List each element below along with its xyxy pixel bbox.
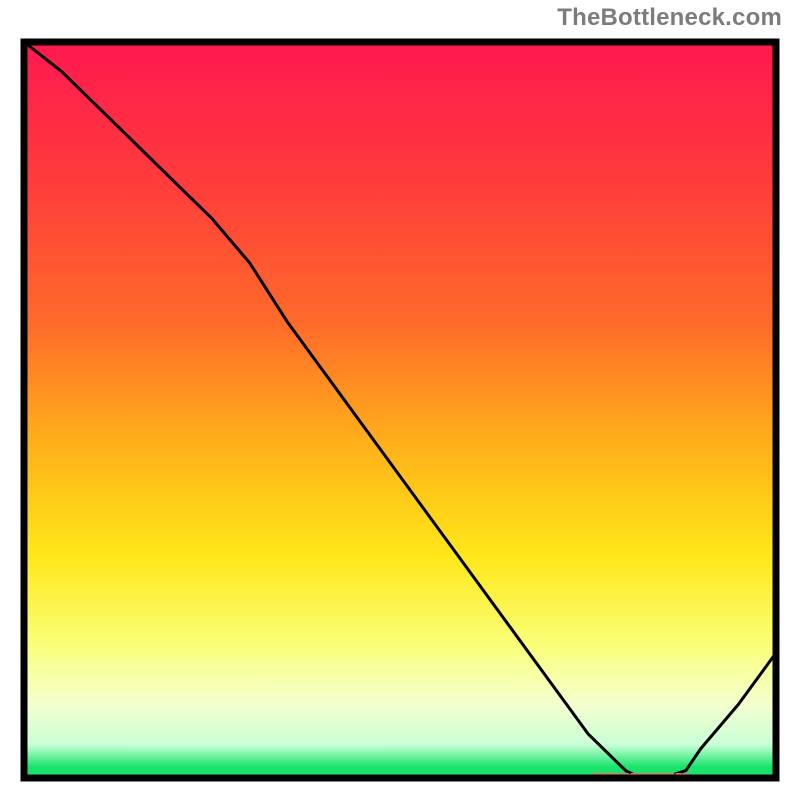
watermark-text: TheBottleneck.com (557, 4, 782, 32)
gradient-background (24, 42, 776, 778)
chart-frame: TheBottleneck.com (0, 0, 800, 800)
plot-area (20, 38, 780, 782)
plot-svg (20, 38, 780, 782)
